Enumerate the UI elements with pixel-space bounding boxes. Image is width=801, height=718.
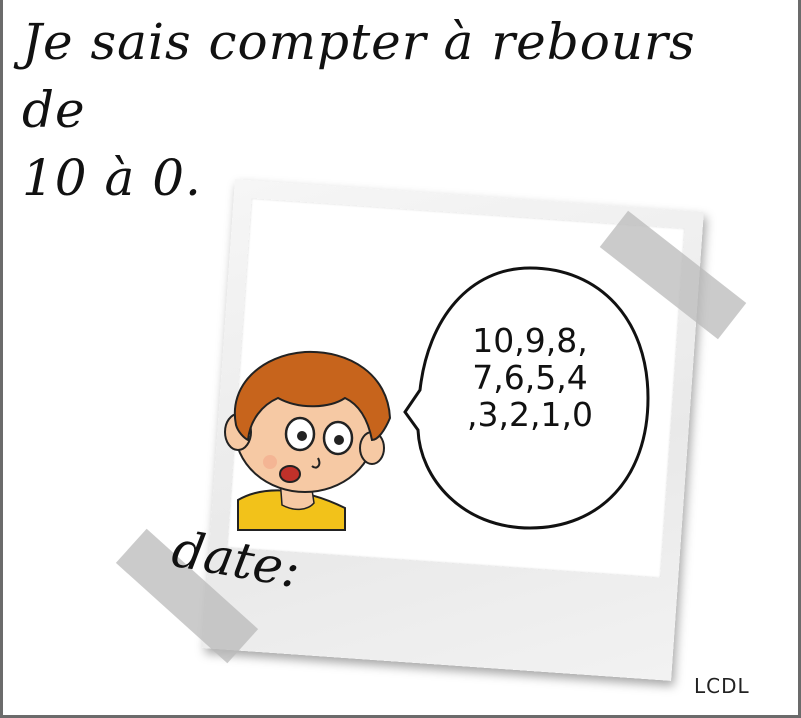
boy-mouth xyxy=(279,465,301,483)
boy-right-pupil xyxy=(334,435,344,445)
author-credit: LCDL xyxy=(694,674,750,698)
boy-cheek xyxy=(263,455,277,469)
boy-illustration xyxy=(224,350,392,531)
boy-left-pupil xyxy=(297,431,307,441)
